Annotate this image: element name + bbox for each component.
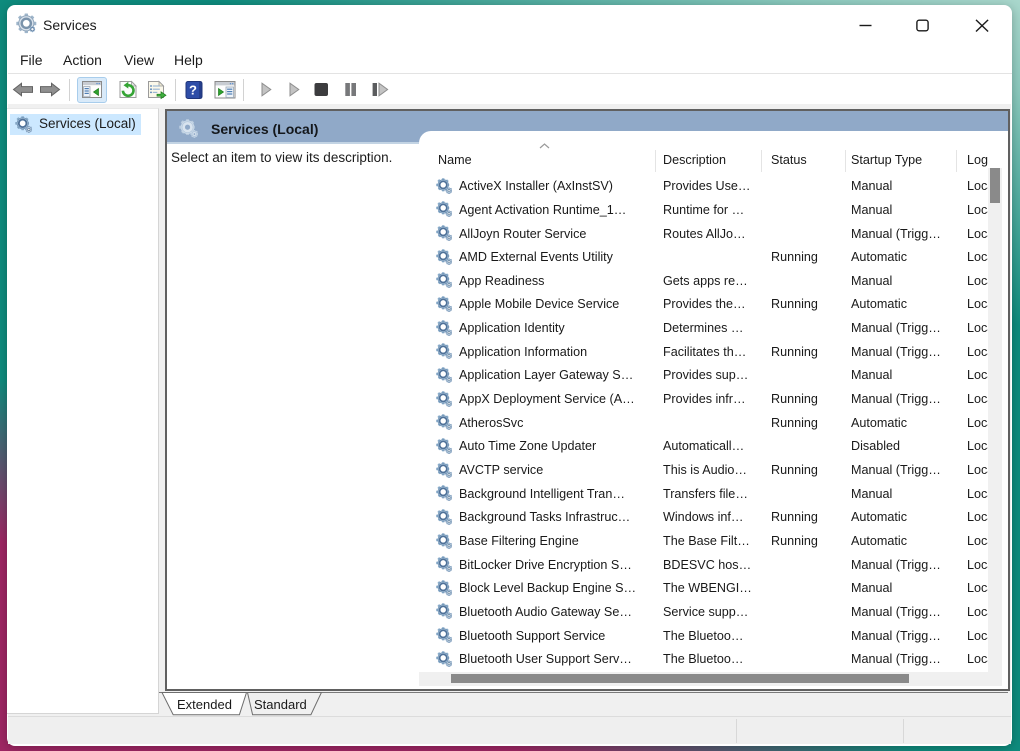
svg-text:?: ? [189, 83, 197, 98]
